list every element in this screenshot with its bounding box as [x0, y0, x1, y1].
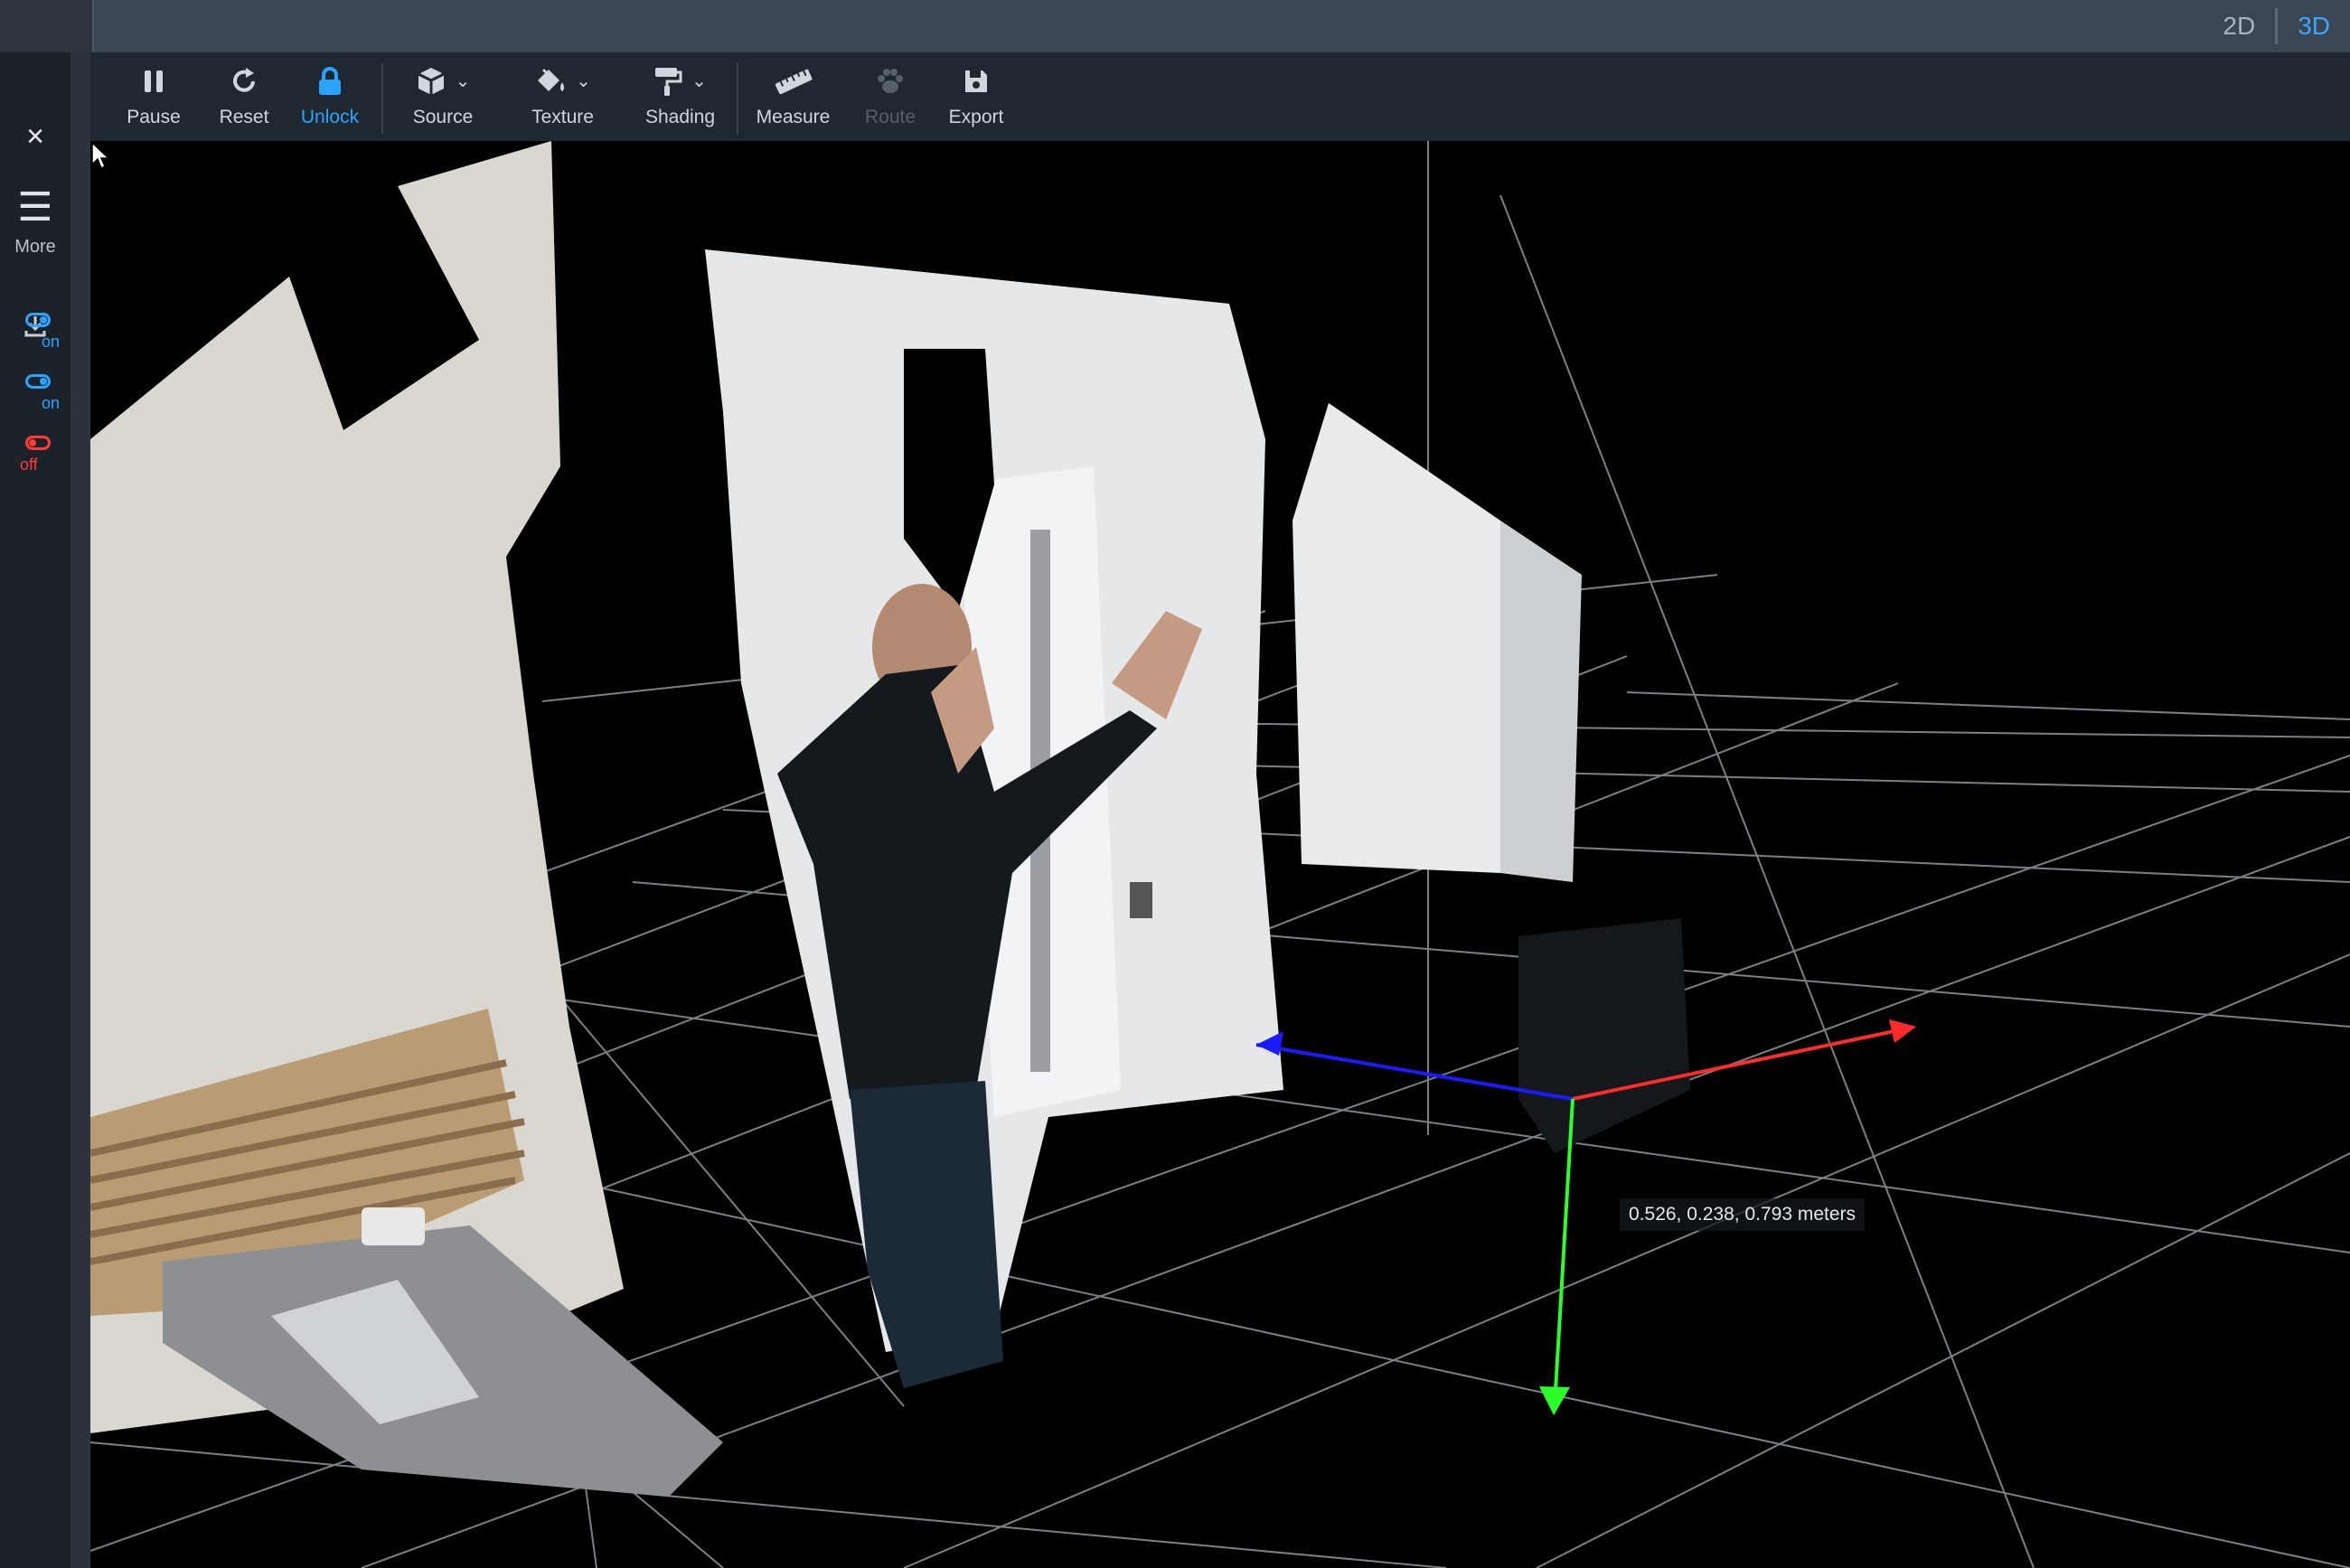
pause-button[interactable]: Pause: [118, 61, 190, 134]
toggle-switch-icon: [25, 374, 51, 389]
toolbar: Pause Reset Unlock ⌄ Source ⌄ Texture ⌄ …: [90, 52, 2350, 141]
paint-roller-icon: ⌄: [653, 61, 707, 101]
cube-icon: ⌄: [416, 61, 471, 101]
pause-label: Pause: [127, 107, 181, 127]
measure-label: Measure: [756, 107, 831, 127]
sidebar: × ☰ More on on off: [0, 52, 70, 1568]
mouse-cursor-icon: [91, 141, 110, 170]
reset-label: Reset: [219, 107, 269, 127]
close-icon: ×: [26, 119, 44, 154]
pause-icon: [140, 61, 167, 101]
y-axis-arrow: [1539, 1386, 1570, 1415]
view-2d-button[interactable]: 2D: [2203, 8, 2275, 44]
export-button[interactable]: Export: [931, 61, 1021, 134]
reset-button[interactable]: Reset: [208, 61, 280, 134]
toggle-3[interactable]: off: [0, 436, 70, 490]
top-bar-corner: [0, 0, 94, 52]
chair-scan: [1518, 918, 1690, 1153]
scan-wall-left: [90, 141, 723, 1497]
3d-viewport[interactable]: 0.526, 0.238, 0.793 meters: [90, 141, 2350, 1568]
source-label: Source: [412, 107, 474, 127]
more-button[interactable]: ☰ More: [0, 188, 70, 258]
scan-wall-right: [1292, 403, 1582, 882]
shading-label: Shading: [644, 107, 716, 127]
measurement-readout: 0.526, 0.238, 0.793 meters: [1620, 1198, 1866, 1231]
close-button[interactable]: ×: [0, 119, 70, 155]
texture-label: Texture: [531, 107, 594, 127]
chevron-down-icon: ⌄: [455, 71, 471, 91]
source-dropdown[interactable]: ⌄ Source: [389, 61, 497, 134]
unlock-button[interactable]: Unlock: [294, 61, 366, 134]
export-label: Export: [948, 107, 1004, 127]
reset-icon: [229, 61, 259, 101]
toggle-switch-icon: [25, 436, 51, 450]
menu-icon: ☰: [17, 185, 53, 230]
route-label: Route: [864, 107, 916, 127]
chevron-down-icon: ⌄: [691, 71, 707, 91]
more-label: More: [14, 237, 56, 257]
paint-bucket-icon: ⌄: [534, 61, 591, 101]
toggle-state: off: [20, 455, 38, 474]
chevron-down-icon: ⌄: [576, 71, 591, 91]
paw-icon: [875, 61, 906, 101]
save-icon: [963, 61, 990, 101]
view-mode-toggle: 2D 3D: [2203, 0, 2350, 52]
toolbar-separator: [737, 63, 738, 134]
shading-dropdown[interactable]: ⌄ Shading: [624, 61, 737, 134]
point-cloud-scene: [90, 141, 2350, 1568]
top-bar: 2D 3D: [0, 0, 2350, 52]
toggle-2[interactable]: on: [0, 374, 70, 428]
lock-icon: [316, 61, 343, 101]
toggle-state: on: [41, 394, 60, 412]
toggle-state: on: [41, 333, 60, 351]
sidebar-divider: [70, 52, 90, 1568]
toggle-switch-icon: [25, 313, 51, 327]
toolbar-separator: [381, 63, 383, 134]
texture-dropdown[interactable]: ⌄ Texture: [506, 61, 619, 134]
route-button[interactable]: Route: [845, 61, 935, 134]
x-axis-arrow: [1889, 1019, 1916, 1043]
view-3d-button[interactable]: 3D: [2275, 8, 2350, 44]
unlock-label: Unlock: [300, 107, 360, 127]
ruler-icon: [774, 61, 813, 101]
toggle-1[interactable]: on: [0, 313, 70, 367]
measure-button[interactable]: Measure: [746, 61, 841, 134]
